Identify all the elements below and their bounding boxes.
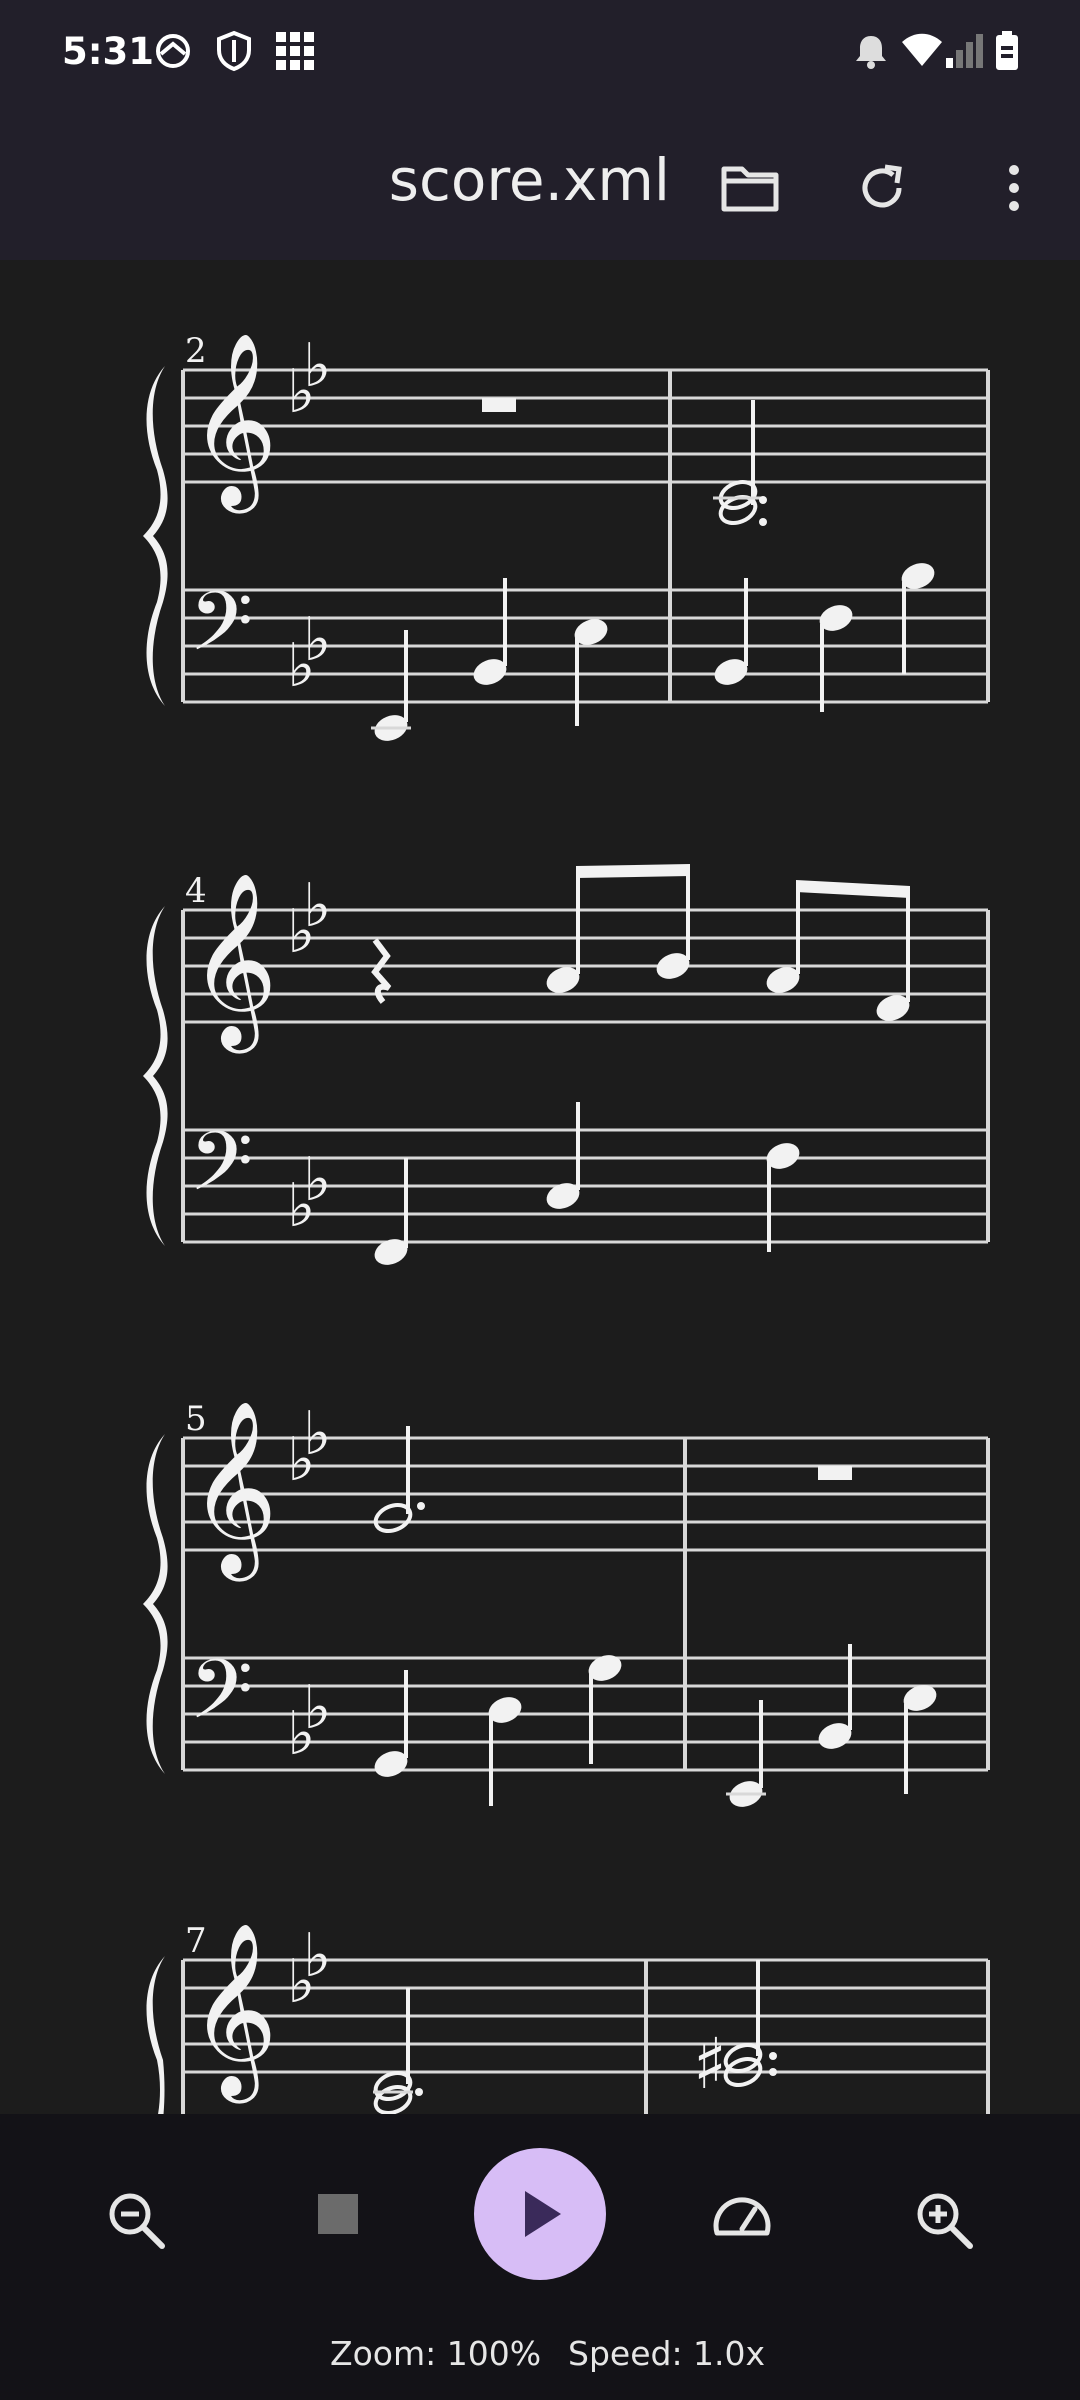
- stop-icon: [318, 2194, 358, 2234]
- sync-icon: [156, 34, 190, 68]
- system-1: 2: [143, 331, 988, 746]
- app-bar: score.xml: [0, 108, 1080, 260]
- zoom-in-button[interactable]: [904, 2180, 984, 2260]
- play-button[interactable]: [474, 2148, 606, 2280]
- measure-number: 2: [185, 331, 207, 371]
- speed-button[interactable]: [702, 2174, 782, 2254]
- sheet-music: 𝄞 𝄢 ♭ ♭ ♭ ♭ 2: [0, 260, 990, 2114]
- system-4: 𝄞 ♭ ♭ 7 ♯: [146, 1921, 990, 2114]
- measure-number: 4: [185, 871, 207, 911]
- system-3: 5: [143, 1399, 988, 1812]
- playback-controls: Zoom: 100% Speed: 1.0x: [0, 2114, 1080, 2400]
- stop-button[interactable]: [298, 2174, 378, 2254]
- status-bar: 5:31: [0, 0, 1080, 108]
- score-view[interactable]: 𝄞 𝄢 ♭ ♭ ♭ ♭ 2: [0, 260, 1080, 2114]
- file-title: score.xml: [388, 146, 670, 214]
- play-icon: [525, 2191, 561, 2237]
- svg-text:♭: ♭: [303, 1921, 331, 1991]
- measure-number: 5: [185, 1399, 207, 1439]
- zoom-out-icon: [109, 2193, 165, 2249]
- battery-icon: [996, 31, 1018, 70]
- svg-text:♯: ♯: [693, 2023, 727, 2105]
- zoom-out-button[interactable]: [96, 2180, 176, 2260]
- refresh-icon: [862, 164, 902, 208]
- zoom-in-icon: [917, 2193, 973, 2249]
- speed-level-text: Speed: 1.0x: [568, 2334, 766, 2373]
- grid-icon: [276, 32, 314, 70]
- reload-button[interactable]: [842, 148, 922, 228]
- measure-number: 7: [185, 1921, 207, 1961]
- wifi-icon: [902, 33, 942, 66]
- more-vert-icon: [1009, 165, 1019, 211]
- system-2: 4: [143, 864, 988, 1270]
- open-file-button[interactable]: [710, 148, 790, 228]
- status-time: 5:31: [62, 30, 155, 73]
- speed-icon: [713, 2197, 771, 2236]
- folder-icon: [721, 166, 779, 212]
- more-options-button[interactable]: [974, 148, 1054, 228]
- alarm-icon: [856, 36, 886, 69]
- zoom-level-text: Zoom: 100%: [330, 2334, 542, 2373]
- signal-icon: [946, 34, 983, 68]
- shield-icon: [217, 30, 251, 72]
